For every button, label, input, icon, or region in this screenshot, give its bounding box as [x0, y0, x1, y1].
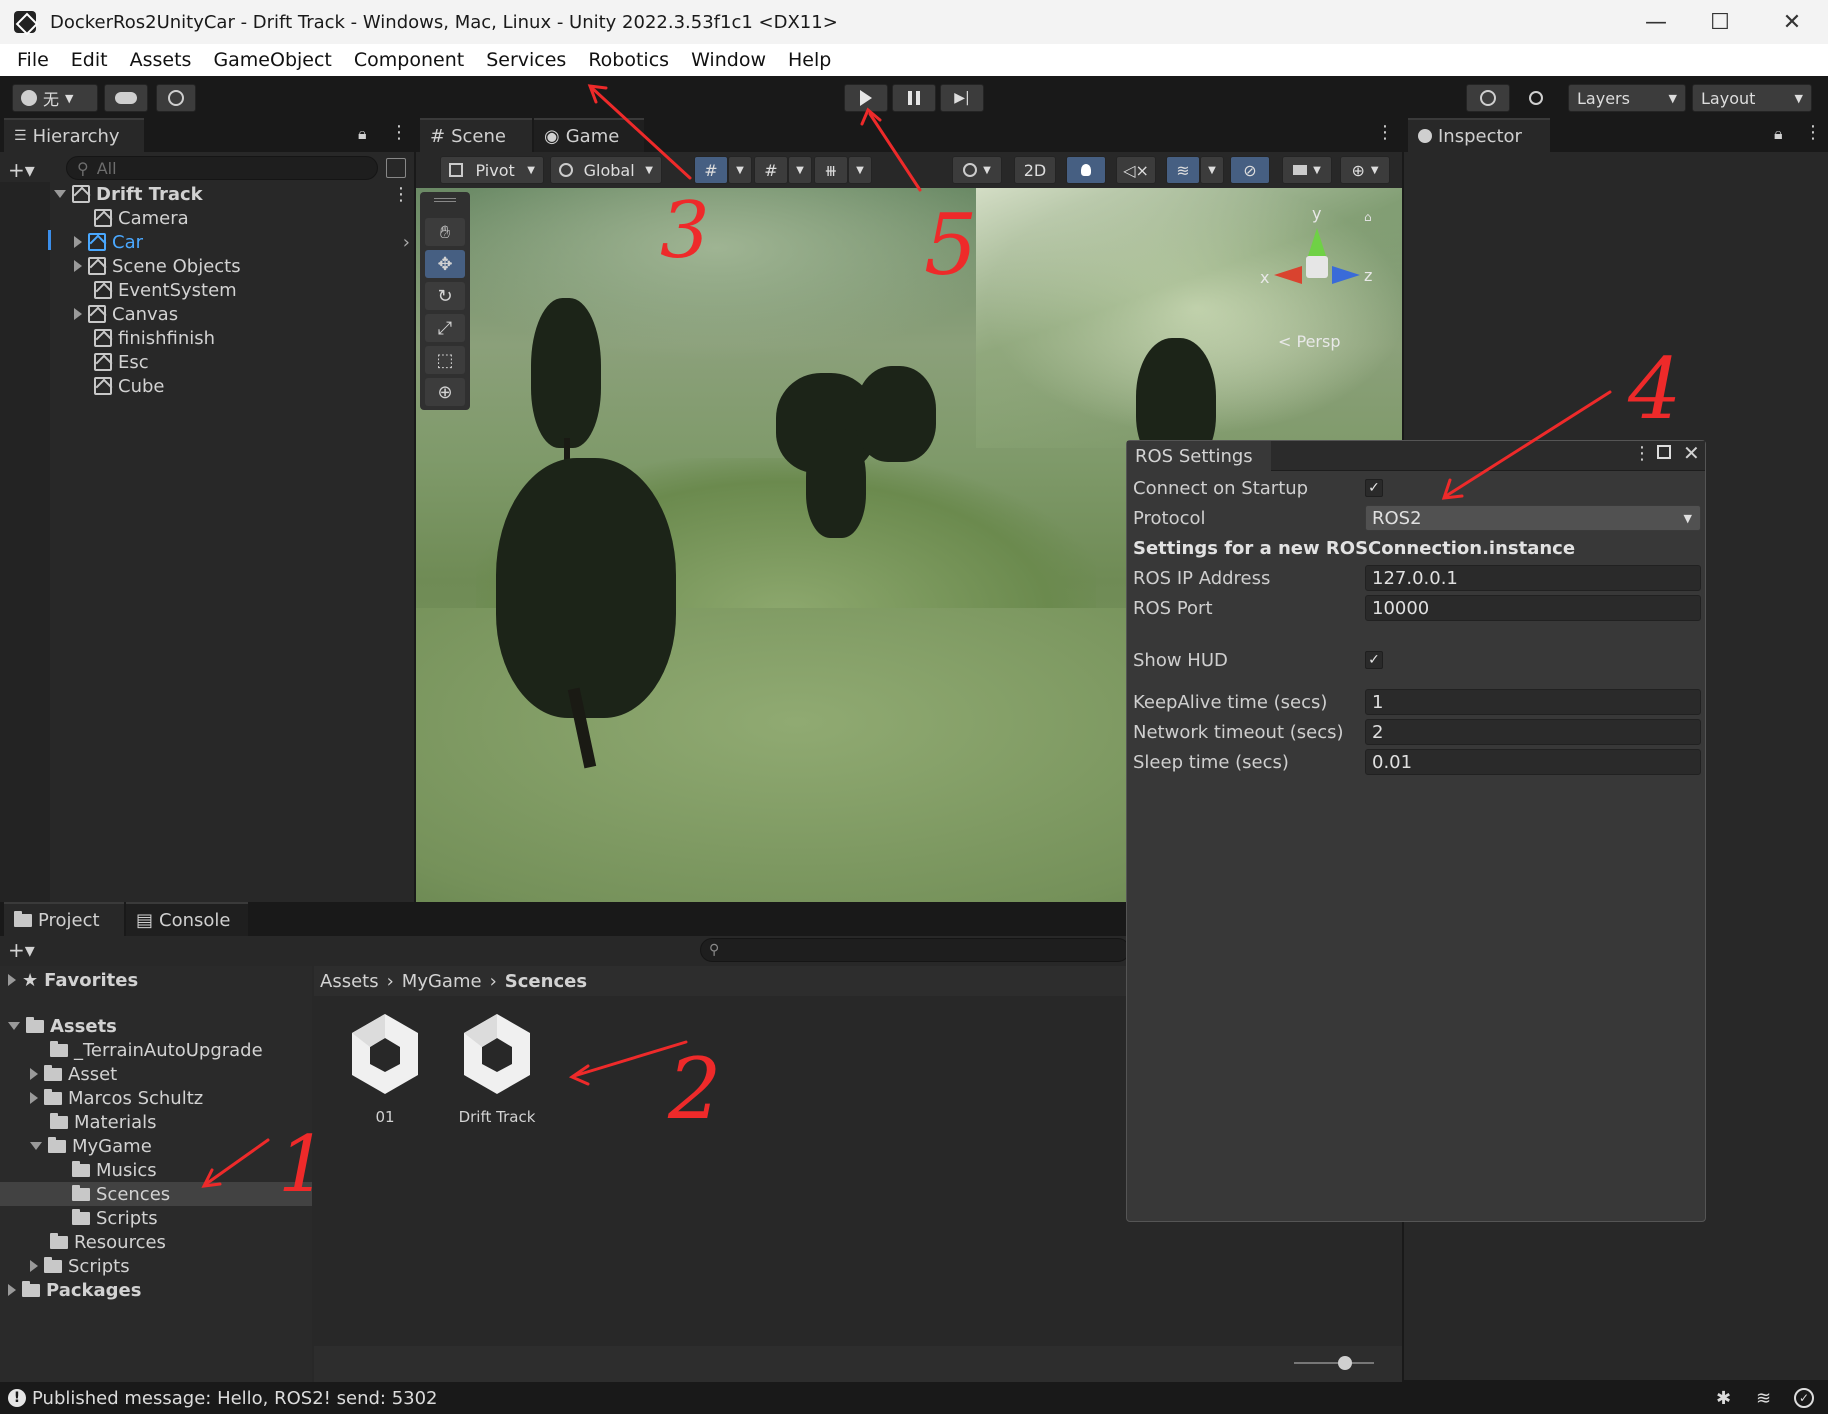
- annotation-arrow-4: [1444, 390, 1612, 498]
- annotation-number-1: 1: [278, 1120, 328, 1210]
- annotation-arrow-5: [868, 112, 922, 192]
- annotation-arrow-1: [204, 1138, 270, 1186]
- annotation-number-4: 4: [1628, 340, 1682, 438]
- annotation-overlay: [201, 84, 1612, 1188]
- annotation-arrow-3: [590, 86, 692, 180]
- annotation-number-3: 3: [660, 186, 710, 276]
- annotation-number-2: 2: [668, 1040, 722, 1138]
- annotation-number-5: 5: [924, 196, 978, 294]
